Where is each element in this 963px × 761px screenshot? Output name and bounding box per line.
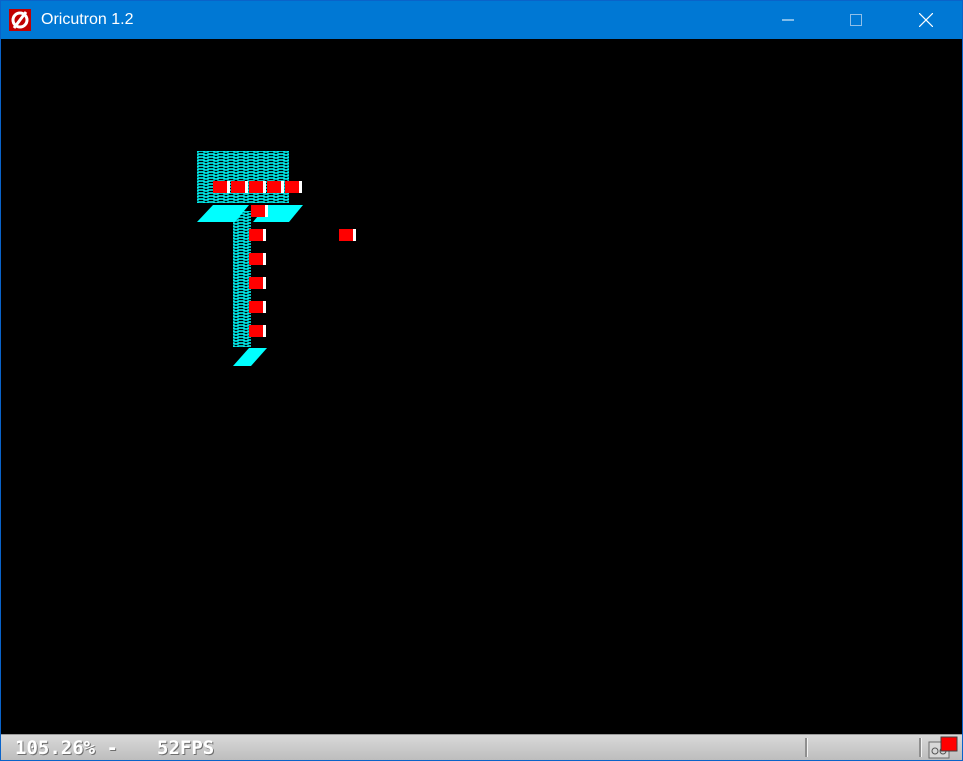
status-divider <box>805 738 808 757</box>
red-block <box>249 253 264 265</box>
red-block-highlight <box>265 205 268 217</box>
oricutron-window: Oricutron 1.2 105.26% - 52FPS <box>0 0 963 761</box>
minimize-button[interactable] <box>765 1 811 39</box>
red-block <box>249 301 264 313</box>
red-block-highlight <box>263 253 266 265</box>
red-block-highlight <box>227 181 230 193</box>
red-block <box>267 181 282 193</box>
tape-status-icon[interactable] <box>927 736 959 760</box>
red-block-highlight <box>263 181 266 193</box>
red-block <box>231 181 246 193</box>
fps-readout: 52FPS <box>157 737 215 759</box>
maximize-button[interactable] <box>833 1 879 39</box>
title-bar[interactable]: Oricutron 1.2 <box>1 1 962 39</box>
close-button[interactable] <box>903 1 949 39</box>
cyan-hatched-block <box>197 151 289 203</box>
red-block <box>339 229 354 241</box>
red-block-highlight <box>299 181 302 193</box>
cyan-hatched-column <box>233 211 251 347</box>
red-block-highlight <box>281 181 284 193</box>
red-block-highlight <box>263 277 266 289</box>
red-block-highlight <box>263 229 266 241</box>
red-block <box>249 277 264 289</box>
cyan-slab-bottom <box>233 348 267 366</box>
red-block-highlight <box>263 301 266 313</box>
status-bar: 105.26% - 52FPS <box>1 734 962 760</box>
maximize-icon <box>850 14 862 26</box>
status-divider <box>919 738 922 757</box>
minimize-icon <box>782 19 794 21</box>
close-icon <box>919 13 933 27</box>
red-block-highlight <box>245 181 248 193</box>
red-block <box>285 181 300 193</box>
red-block <box>251 205 266 217</box>
red-block <box>249 229 264 241</box>
oric-hires-game-graphic <box>197 151 356 366</box>
window-title: Oricutron 1.2 <box>41 11 134 28</box>
emulator-screen[interactable] <box>1 39 962 734</box>
red-block <box>249 181 264 193</box>
red-block-highlight <box>353 229 356 241</box>
red-block <box>213 181 228 193</box>
oricutron-logo-icon[interactable] <box>9 9 31 31</box>
red-block-highlight <box>263 325 266 337</box>
speed-readout: 105.26% - <box>15 737 118 759</box>
red-block <box>249 325 264 337</box>
